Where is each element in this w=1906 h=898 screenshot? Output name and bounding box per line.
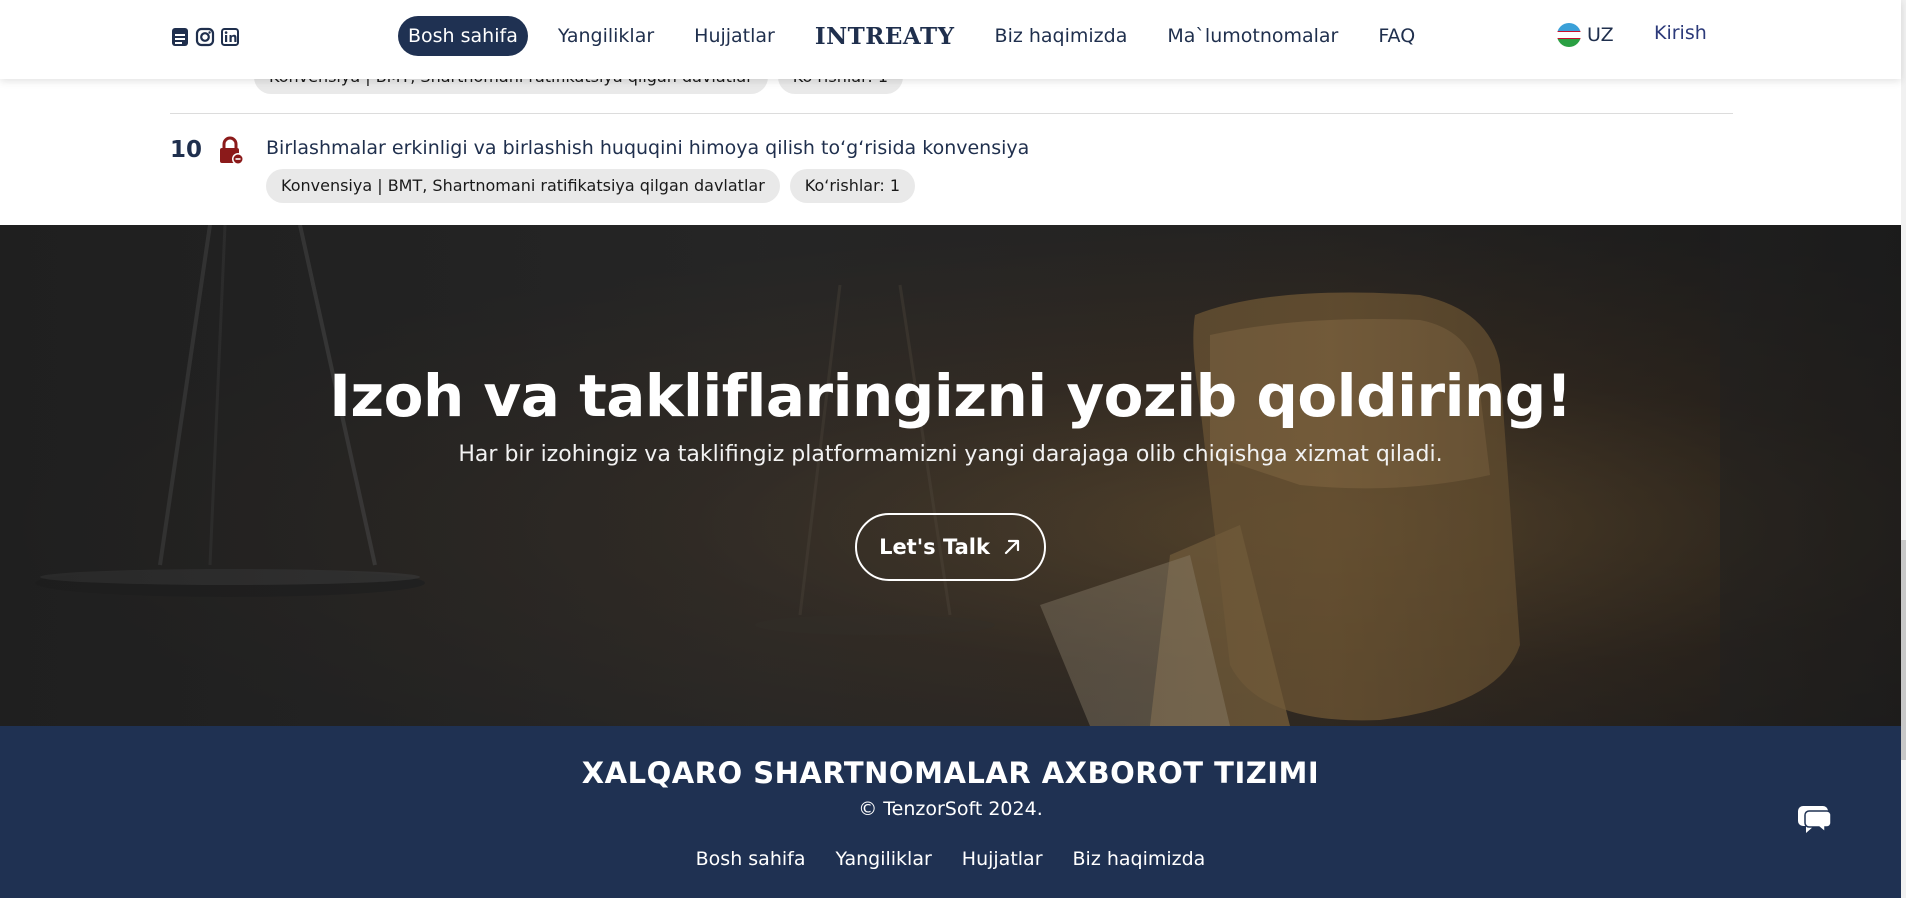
lets-talk-button[interactable]: Let's Talk xyxy=(855,513,1046,581)
chat-icon[interactable] xyxy=(1795,798,1835,838)
footer-nav: Bosh sahifa Yangiliklar Hujjatlar Biz ha… xyxy=(0,848,1901,870)
footer-copyright: © TenzorSoft 2024. xyxy=(858,798,1043,820)
footer-link-home[interactable]: Bosh sahifa xyxy=(696,848,806,870)
footer-title: XALQARO SHARTNOMALAR AXBOROT TIZIMI xyxy=(581,756,1320,790)
category-tag[interactable]: Konvensiya | BMT, Shartnomani ratifikats… xyxy=(266,169,780,203)
footer-link-news[interactable]: Yangiliklar xyxy=(835,848,931,870)
page-scrollbar[interactable] xyxy=(1901,0,1906,898)
views-tag: Ko‘rishlar: 1 xyxy=(789,169,916,203)
lets-talk-label: Let's Talk xyxy=(879,535,990,559)
top-navbar: Bosh sahifa Yangiliklar Hujjatlar INTREA… xyxy=(0,0,1901,79)
footer-link-about[interactable]: Biz haqimizda xyxy=(1073,848,1206,870)
main-nav: Bosh sahifa Yangiliklar Hujjatlar INTREA… xyxy=(398,16,1445,56)
row-number: 10 xyxy=(170,137,203,163)
hero-overlay xyxy=(0,225,1901,726)
uz-flag-icon xyxy=(1557,23,1581,47)
nav-documents[interactable]: Hujjatlar xyxy=(684,16,785,56)
site-footer: XALQARO SHARTNOMALAR AXBOROT TIZIMI © Te… xyxy=(0,726,1901,898)
language-selector[interactable]: UZ xyxy=(1557,23,1614,47)
nav-faq[interactable]: FAQ xyxy=(1368,16,1425,56)
linkedin-icon[interactable] xyxy=(220,26,240,48)
brand-logo[interactable]: INTREATY xyxy=(805,23,965,50)
login-link[interactable]: Kirish xyxy=(1654,22,1707,44)
scrollbar-thumb[interactable] xyxy=(1901,540,1906,760)
nav-news[interactable]: Yangiliklar xyxy=(548,16,664,56)
nav-home[interactable]: Bosh sahifa xyxy=(398,16,528,56)
footer-link-documents[interactable]: Hujjatlar xyxy=(962,848,1043,870)
document-title-link[interactable]: Birlashmalar erkinligi va birlashish huq… xyxy=(266,137,1029,159)
hero-title: Izoh va takliflaringizni yozib qoldiring… xyxy=(329,362,1572,430)
nav-references[interactable]: Ma`lumotnomalar xyxy=(1157,16,1348,56)
row-tags: Konvensiya | BMT, Shartnomani ratifikats… xyxy=(266,169,916,203)
arrow-up-right-icon xyxy=(1004,539,1020,555)
instagram-icon[interactable] xyxy=(195,26,215,48)
social-links xyxy=(170,26,240,48)
hero-subtitle: Har bir izohingiz va taklifingiz platfor… xyxy=(458,442,1443,467)
language-code: UZ xyxy=(1587,24,1614,46)
lock-icon xyxy=(218,136,244,166)
nav-about[interactable]: Biz haqimizda xyxy=(985,16,1138,56)
document-icon[interactable] xyxy=(170,26,190,48)
row-divider xyxy=(170,113,1733,114)
feedback-banner: Izoh va takliflaringizni yozib qoldiring… xyxy=(0,225,1901,726)
